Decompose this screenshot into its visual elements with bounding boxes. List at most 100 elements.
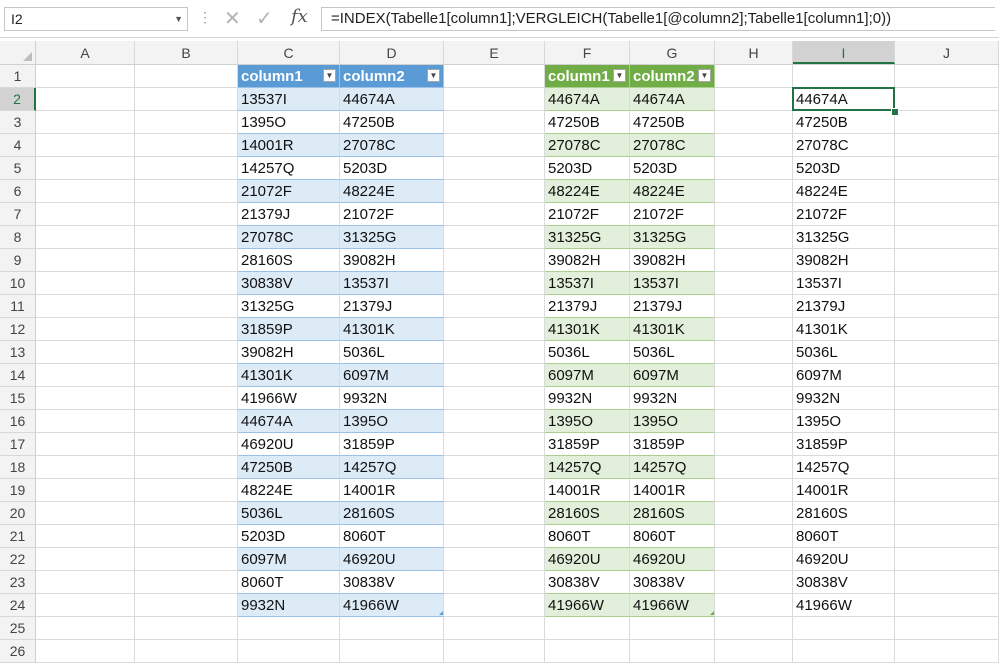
empty-cell[interactable] xyxy=(135,157,238,180)
empty-cell[interactable] xyxy=(444,594,545,617)
empty-cell[interactable] xyxy=(444,502,545,525)
empty-cell[interactable] xyxy=(895,65,999,88)
column-i-cell[interactable]: 21379J xyxy=(793,295,895,318)
table1-cell[interactable]: 5203D xyxy=(340,157,444,180)
empty-cell[interactable] xyxy=(444,387,545,410)
table1-cell[interactable]: 6097M xyxy=(340,364,444,387)
empty-cell[interactable] xyxy=(895,295,999,318)
table2-cell[interactable]: 21072F xyxy=(630,203,715,226)
empty-cell[interactable] xyxy=(444,456,545,479)
table1-cell[interactable]: 48224E xyxy=(340,180,444,203)
empty-cell[interactable] xyxy=(135,433,238,456)
empty-cell[interactable] xyxy=(444,617,545,640)
insert-function-icon[interactable]: fx xyxy=(291,6,308,27)
table2-cell[interactable]: 8060T xyxy=(545,525,630,548)
table1-cell[interactable]: 39082H xyxy=(340,249,444,272)
empty-cell[interactable] xyxy=(715,341,793,364)
table2-cell[interactable]: 13537I xyxy=(545,272,630,295)
table1-cell[interactable]: 30838V xyxy=(340,571,444,594)
table1-cell[interactable]: 14257Q xyxy=(340,456,444,479)
table2-cell[interactable]: 6097M xyxy=(545,364,630,387)
empty-cell[interactable] xyxy=(895,134,999,157)
empty-cell[interactable] xyxy=(630,640,715,663)
empty-cell[interactable] xyxy=(715,479,793,502)
empty-cell[interactable] xyxy=(135,226,238,249)
empty-cell[interactable] xyxy=(36,525,135,548)
enter-check-icon[interactable]: ✓ xyxy=(256,6,273,31)
empty-cell[interactable] xyxy=(444,410,545,433)
empty-cell[interactable] xyxy=(36,364,135,387)
row-header-12[interactable]: 12 xyxy=(0,318,36,341)
empty-cell[interactable] xyxy=(895,502,999,525)
table1-cell[interactable]: 1395O xyxy=(340,410,444,433)
empty-cell[interactable] xyxy=(793,640,895,663)
cancel-x-icon[interactable]: ✕ xyxy=(224,6,241,31)
empty-cell[interactable] xyxy=(135,318,238,341)
column-i-cell[interactable]: 30838V xyxy=(793,571,895,594)
empty-cell[interactable] xyxy=(36,502,135,525)
table1-cell[interactable]: 14001R xyxy=(238,134,340,157)
table2-cell[interactable]: 46920U xyxy=(630,548,715,571)
table2-header-2[interactable]: column2 ▼ xyxy=(630,65,715,88)
column-header-d[interactable]: D xyxy=(340,41,444,64)
empty-cell[interactable] xyxy=(36,272,135,295)
empty-cell[interactable] xyxy=(444,295,545,318)
column-header-c[interactable]: C xyxy=(238,41,340,64)
table2-cell[interactable]: 5036L xyxy=(630,341,715,364)
table1-cell[interactable]: 41301K xyxy=(238,364,340,387)
table2-cell[interactable]: 5203D xyxy=(630,157,715,180)
table2-cell[interactable]: 21072F xyxy=(545,203,630,226)
empty-cell[interactable] xyxy=(444,65,545,88)
table1-cell[interactable]: 31859P xyxy=(340,433,444,456)
empty-cell[interactable] xyxy=(36,640,135,663)
column-i-cell[interactable]: 44674A xyxy=(793,88,895,111)
table1-cell[interactable]: 41966W xyxy=(238,387,340,410)
select-all-button[interactable] xyxy=(0,41,36,64)
table1-cell[interactable]: 5036L xyxy=(238,502,340,525)
column-header-h[interactable]: H xyxy=(715,41,793,64)
table2-cell[interactable]: 31325G xyxy=(630,226,715,249)
table2-cell[interactable]: 9932N xyxy=(545,387,630,410)
empty-cell[interactable] xyxy=(444,88,545,111)
empty-cell[interactable] xyxy=(135,203,238,226)
table1-cell[interactable]: 46920U xyxy=(238,433,340,456)
empty-cell[interactable] xyxy=(36,479,135,502)
column-i-cell[interactable]: 8060T xyxy=(793,525,895,548)
row-header-9[interactable]: 9 xyxy=(0,249,36,272)
table2-cell[interactable]: 28160S xyxy=(545,502,630,525)
table2-cell[interactable]: 27078C xyxy=(630,134,715,157)
table1-cell[interactable]: 41301K xyxy=(340,318,444,341)
column-header-j[interactable]: J xyxy=(895,41,999,64)
table2-cell[interactable]: 28160S xyxy=(630,502,715,525)
column-i-cell[interactable]: 48224E xyxy=(793,180,895,203)
empty-cell[interactable] xyxy=(895,433,999,456)
row-header-2[interactable]: 2 xyxy=(0,88,36,111)
empty-cell[interactable] xyxy=(135,341,238,364)
table1-cell[interactable]: 14257Q xyxy=(238,157,340,180)
column-i-cell[interactable]: 28160S xyxy=(793,502,895,525)
column-i-cell[interactable]: 1395O xyxy=(793,410,895,433)
empty-cell[interactable] xyxy=(135,65,238,88)
empty-cell[interactable] xyxy=(715,456,793,479)
column-i-cell[interactable]: 41301K xyxy=(793,318,895,341)
empty-cell[interactable] xyxy=(895,479,999,502)
empty-cell[interactable] xyxy=(135,88,238,111)
empty-cell[interactable] xyxy=(793,617,895,640)
empty-cell[interactable] xyxy=(444,548,545,571)
table2-cell[interactable]: 39082H xyxy=(630,249,715,272)
empty-cell[interactable] xyxy=(36,134,135,157)
row-header-10[interactable]: 10 xyxy=(0,272,36,295)
empty-cell[interactable] xyxy=(793,65,895,88)
filter-dropdown-icon[interactable]: ▼ xyxy=(427,69,440,82)
empty-cell[interactable] xyxy=(895,364,999,387)
empty-cell[interactable] xyxy=(36,387,135,410)
row-header-13[interactable]: 13 xyxy=(0,341,36,364)
empty-cell[interactable] xyxy=(895,617,999,640)
empty-cell[interactable] xyxy=(135,180,238,203)
empty-cell[interactable] xyxy=(36,157,135,180)
table2-cell[interactable]: 5203D xyxy=(545,157,630,180)
empty-cell[interactable] xyxy=(135,295,238,318)
empty-cell[interactable] xyxy=(135,594,238,617)
empty-cell[interactable] xyxy=(715,387,793,410)
empty-cell[interactable] xyxy=(36,433,135,456)
